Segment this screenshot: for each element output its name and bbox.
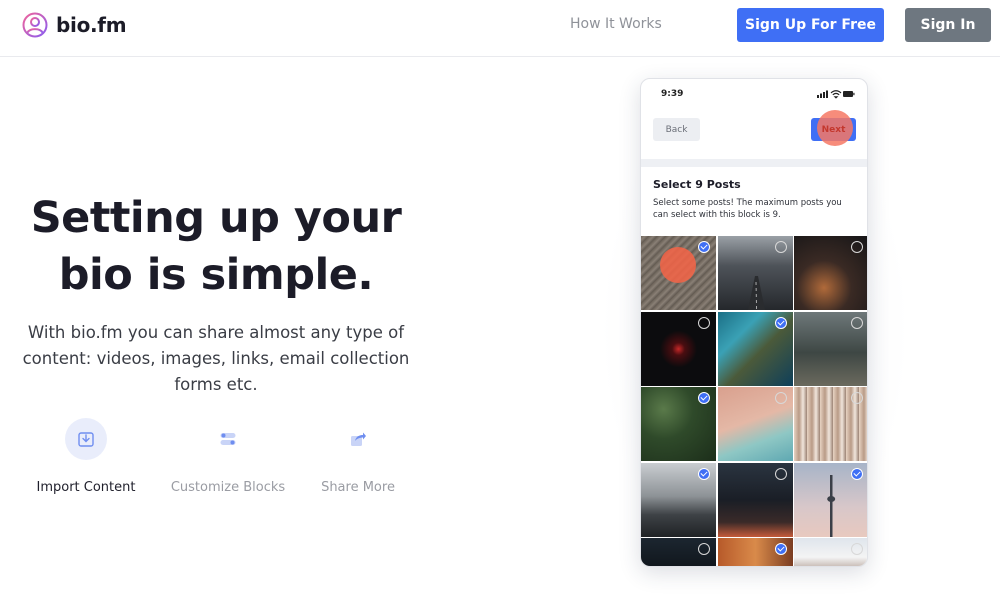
checkbox-icon[interactable] [851, 543, 863, 555]
feature-import-content[interactable]: Import Content [16, 418, 156, 495]
checkbox-icon[interactable] [698, 543, 710, 555]
post-thumbnail[interactable] [717, 462, 793, 537]
hero-description: With bio.fm you can share almost any typ… [22, 323, 410, 394]
share-arrow-icon [337, 418, 379, 460]
hero-title-line-1: Setting up your [30, 193, 402, 243]
checkbox-icon[interactable] [698, 316, 710, 329]
post-thumbnail[interactable] [794, 236, 867, 310]
post-thumbnail[interactable] [717, 387, 793, 461]
checkbox-checked-icon[interactable] [851, 467, 863, 480]
nav-how-it-works[interactable]: How It Works [570, 16, 662, 32]
select-posts-title: Select 9 Posts [653, 178, 741, 191]
post-thumbnail[interactable] [794, 311, 867, 386]
sign-up-button[interactable]: Sign Up For Free [737, 8, 884, 42]
download-box-icon [65, 418, 107, 460]
post-thumbnail[interactable] [641, 236, 716, 310]
post-thumbnail[interactable] [717, 311, 793, 386]
feature-label: Share More [321, 480, 395, 495]
status-bar-icons [817, 90, 855, 99]
post-thumbnail[interactable] [794, 538, 867, 566]
post-thumbnail[interactable] [794, 462, 867, 537]
tap-indicator [817, 110, 853, 146]
posts-grid [641, 236, 867, 566]
feature-customize-blocks[interactable]: Customize Blocks [158, 418, 298, 495]
phone-back-button[interactable]: Back [653, 118, 700, 141]
post-thumbnail[interactable] [641, 538, 716, 566]
checkbox-icon[interactable] [774, 467, 787, 480]
checkbox-icon[interactable] [774, 241, 787, 253]
checkbox-icon[interactable] [774, 392, 787, 404]
post-thumbnail[interactable] [794, 387, 867, 461]
post-thumbnail[interactable] [717, 538, 793, 566]
checkbox-checked-icon[interactable] [774, 543, 787, 555]
post-thumbnail[interactable] [641, 311, 716, 386]
sign-in-button[interactable]: Sign In [905, 8, 991, 42]
logo-text: bio.fm [56, 13, 127, 37]
status-time: 9:39 [661, 89, 684, 99]
post-thumbnail[interactable] [641, 462, 716, 537]
checkbox-checked-icon[interactable] [698, 467, 710, 480]
select-posts-description: Select some posts! The maximum posts you… [653, 198, 842, 220]
phone-mockup: 9:39 Back Next Select 9 Posts Select som… [640, 78, 868, 567]
feature-share-more[interactable]: Share More [288, 418, 428, 495]
checkbox-checked-icon[interactable] [774, 316, 787, 329]
checkbox-checked-icon[interactable] [698, 241, 710, 253]
checkbox-icon[interactable] [851, 392, 863, 404]
feature-label: Customize Blocks [170, 480, 286, 495]
logo[interactable]: bio.fm [22, 12, 127, 38]
tap-indicator [660, 247, 696, 283]
logo-icon [22, 12, 48, 38]
hero-title-line-2: bio is simple. [58, 250, 374, 300]
checkbox-checked-icon[interactable] [698, 392, 710, 404]
hero-title: Setting up your bio is simple. [0, 190, 432, 304]
phone-divider [641, 159, 867, 167]
feature-label: Import Content [36, 480, 136, 495]
toggle-icon [207, 418, 249, 460]
checkbox-icon[interactable] [851, 316, 863, 329]
post-thumbnail[interactable] [717, 236, 793, 310]
post-thumbnail[interactable] [641, 387, 716, 461]
checkbox-icon[interactable] [851, 241, 863, 253]
site-header: bio.fm How It Works Sign Up For Free Sig… [0, 0, 1000, 57]
